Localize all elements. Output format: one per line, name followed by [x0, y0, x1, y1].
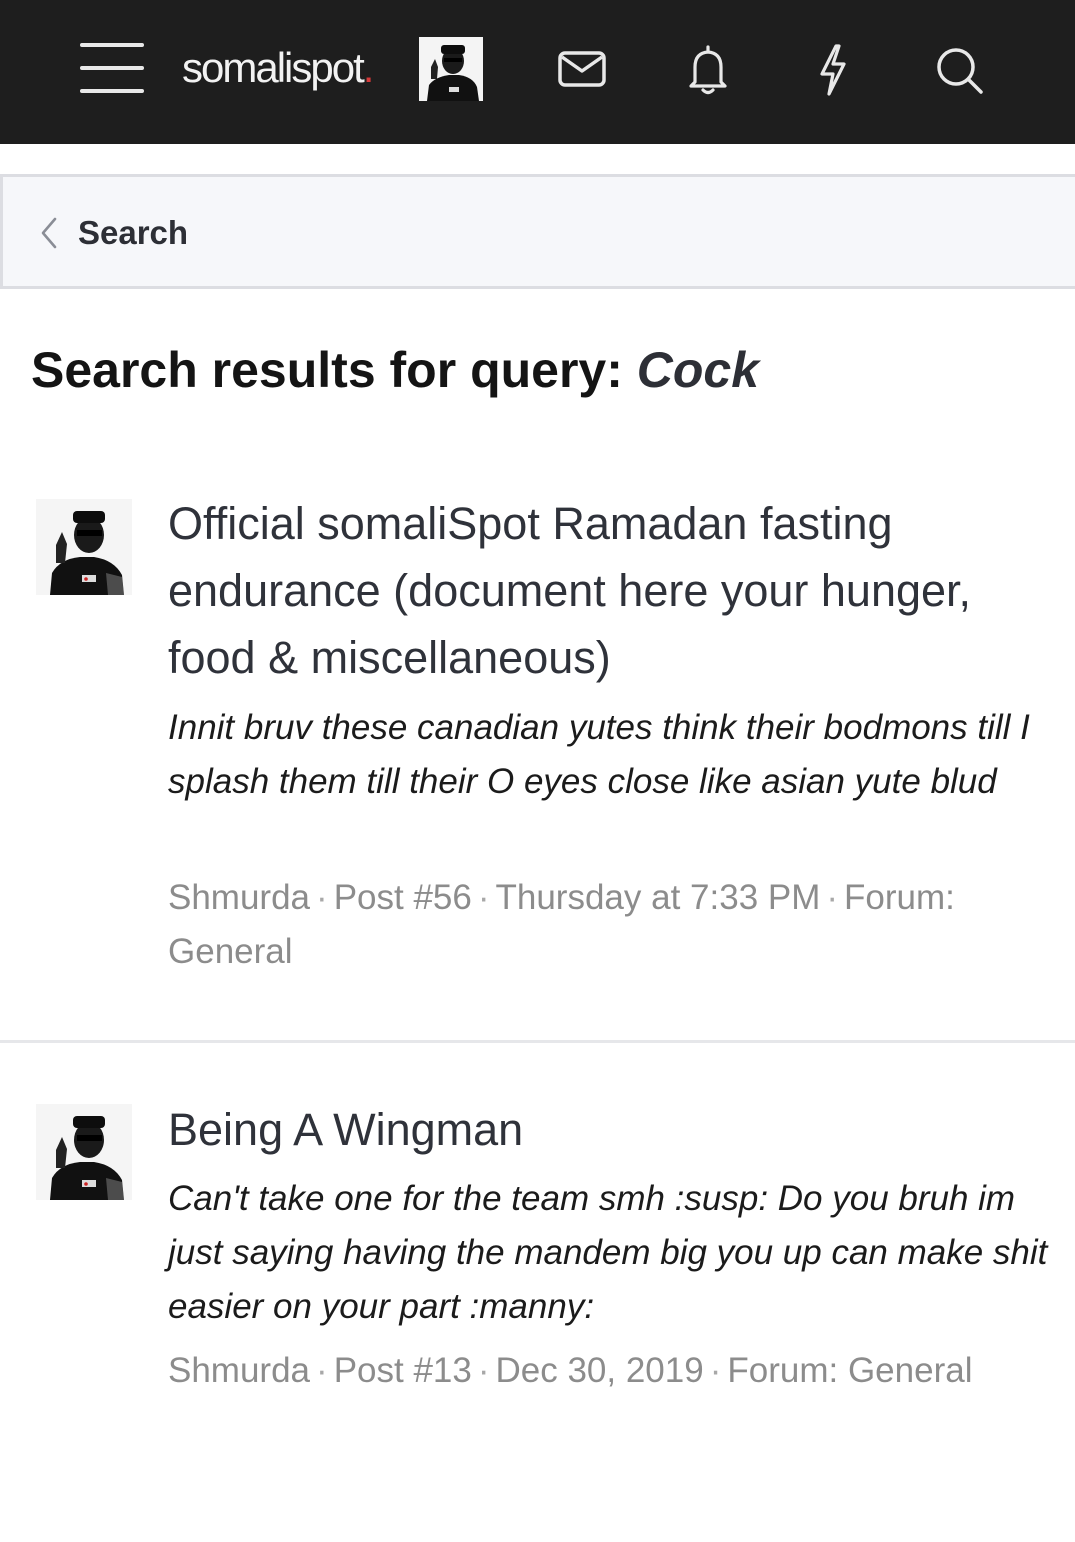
result-meta: Shmurda · Post #56 · Thursday at 7:33 PM · For… — [168, 871, 1048, 979]
chevron-left-icon — [41, 217, 57, 249]
result-date: Dec 30, 2019 — [495, 1351, 704, 1390]
meta-separator: · — [826, 878, 839, 917]
top-navigation-bar: somalispot. — [0, 0, 1075, 144]
result-forum-link[interactable]: General — [168, 932, 293, 971]
result-title[interactable]: Official somaliSpot Ramadan fasting endu… — [168, 490, 1048, 691]
result-divider — [0, 1040, 1075, 1043]
site-logo[interactable]: somalispot. — [182, 40, 374, 96]
bell-icon[interactable] — [678, 40, 738, 100]
result-snippet: Innit bruv these canadian yutes think th… — [168, 708, 1030, 801]
result-forum-prefix: Forum: — [844, 878, 955, 917]
meta-separator: · — [477, 878, 490, 917]
avatar[interactable] — [36, 499, 132, 595]
page-title: Search results for query: Cock — [31, 338, 759, 402]
avatar[interactable] — [36, 1104, 132, 1200]
breadcrumb[interactable]: Search — [0, 174, 1075, 289]
result-author-link[interactable]: Shmurda — [168, 878, 310, 917]
search-icon[interactable] — [929, 40, 989, 100]
meta-separator: · — [477, 1351, 490, 1390]
result-date: Thursday at 7:33 PM — [495, 878, 821, 917]
result-meta: Shmurda · Post #13 · Dec 30, 2019 · Forum: Gen… — [168, 1344, 1048, 1398]
result-forum-link[interactable]: General — [848, 1351, 973, 1390]
lightning-icon[interactable] — [803, 40, 863, 100]
result-forum-prefix: Forum: — [727, 1351, 848, 1390]
result-title[interactable]: Being A Wingman — [168, 1096, 1048, 1163]
hamburger-menu-icon[interactable] — [80, 43, 144, 95]
meta-separator: · — [709, 1351, 722, 1390]
search-query: Cock — [636, 342, 760, 398]
envelope-icon[interactable] — [552, 40, 612, 100]
result-author-link[interactable]: Shmurda — [168, 1351, 310, 1390]
result-post-link[interactable]: Post #13 — [334, 1351, 472, 1390]
meta-separator: · — [316, 1351, 328, 1390]
user-avatar[interactable] — [419, 37, 483, 101]
breadcrumb-label[interactable]: Search — [78, 211, 188, 255]
page-title-prefix: Search results for query: — [31, 342, 637, 398]
result-post-link[interactable]: Post #56 — [334, 878, 472, 917]
result-snippet: Can't take one for the team smh :susp: D… — [168, 1179, 1048, 1326]
meta-separator: · — [316, 878, 328, 917]
